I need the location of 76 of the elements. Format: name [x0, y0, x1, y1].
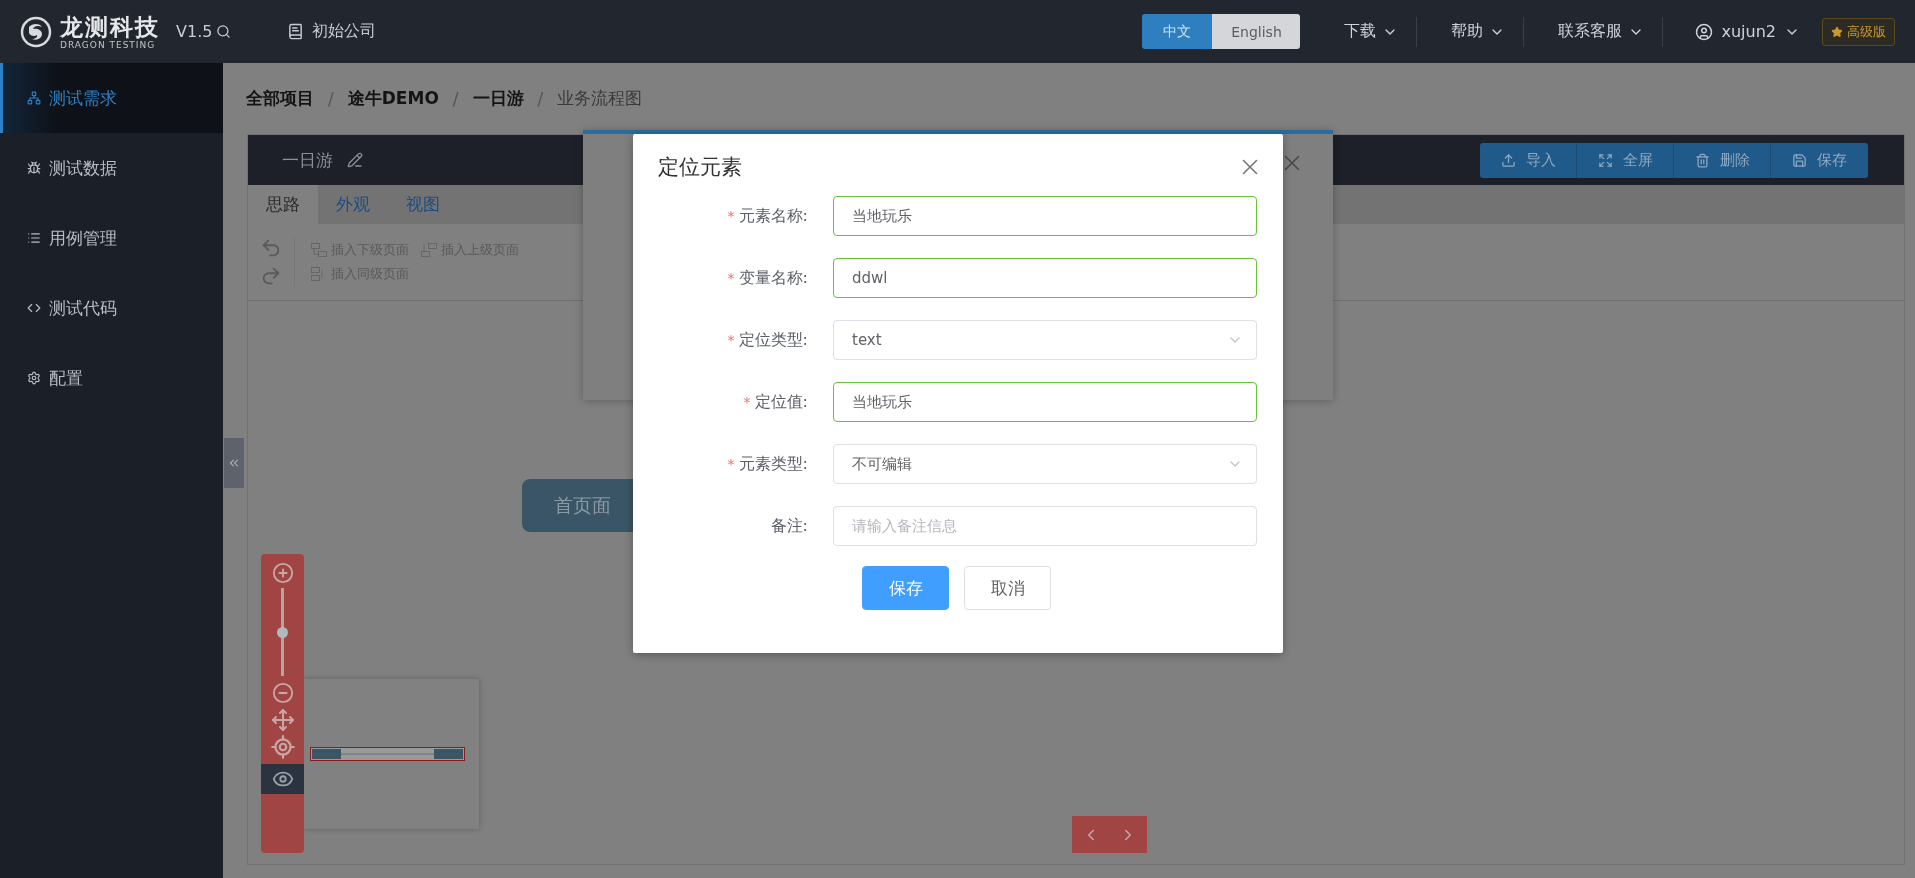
sidebar-item[interactable]: 配置: [0, 343, 223, 413]
breadcrumb-link[interactable]: 途牛DEMO: [347, 87, 439, 110]
user-icon: [1695, 22, 1714, 41]
editor-tab[interactable]: 思路: [248, 185, 318, 224]
language-toggle[interactable]: 中文: [1142, 14, 1213, 49]
breadcrumb-separator: /: [537, 88, 544, 109]
breadcrumb-link[interactable]: 一日游: [472, 87, 524, 110]
move-icon[interactable]: [270, 708, 295, 732]
menu-dropdown[interactable]: 下载: [1326, 16, 1418, 47]
toolbar-button[interactable]: 导入: [1480, 142, 1577, 178]
field-label: 定位值:: [754, 391, 808, 413]
sitemap-icon: [27, 91, 41, 105]
select-field[interactable]: 不可编辑: [833, 444, 1257, 484]
edit-icon[interactable]: [347, 152, 363, 168]
field-label: 备注:: [770, 515, 808, 537]
required-mark: *: [727, 332, 735, 348]
dragon-logo-icon: [20, 15, 52, 48]
user-menu[interactable]: xujun2: [1679, 22, 1806, 41]
map-title: 一日游: [282, 148, 333, 172]
sidebar-item[interactable]: 用例管理: [0, 203, 223, 273]
toolbar-button[interactable]: 全屏: [1577, 142, 1674, 178]
input-field[interactable]: ddwl: [833, 258, 1257, 298]
sidebar-item[interactable]: 测试需求: [0, 63, 223, 133]
toolbar-button[interactable]: 保存: [1771, 142, 1868, 178]
bug-icon: [27, 161, 41, 175]
save-icon: [1792, 152, 1807, 168]
input-field[interactable]: 当地玩乐: [833, 196, 1257, 236]
breadcrumb-separator: /: [452, 88, 459, 109]
logo-name: 龙测科技: [60, 13, 160, 40]
star-icon: [1831, 25, 1843, 38]
zoom-slider-thumb[interactable]: [277, 627, 288, 638]
breadcrumb-separator: /: [328, 88, 334, 109]
code-icon: [27, 301, 41, 315]
menu-dropdown[interactable]: 帮助: [1433, 16, 1525, 47]
required-mark: *: [727, 208, 735, 224]
input-field[interactable]: 当地玩乐: [833, 382, 1257, 422]
double-chevron-left-icon: [227, 456, 241, 470]
redo-icon[interactable]: [260, 265, 282, 287]
field-label: 定位类型:: [738, 329, 808, 351]
search-icon: [216, 24, 232, 39]
cancel-button[interactable]: 取消: [964, 566, 1051, 610]
logo-subtitle: DRAGON TESTING: [60, 39, 157, 50]
eye-button[interactable]: [261, 764, 304, 794]
version-label[interactable]: V1.5: [176, 22, 232, 41]
field-label: 元素名称:: [738, 205, 808, 227]
expand-icon: [1597, 152, 1613, 168]
dialog-title: 定位元素: [658, 154, 742, 181]
company-selector[interactable]: 初始公司: [287, 21, 377, 42]
collapse-handle[interactable]: [224, 438, 244, 488]
sidebar-item[interactable]: 测试数据: [0, 133, 223, 203]
insert-parent-icon: [421, 243, 437, 257]
required-mark: *: [727, 270, 735, 286]
save-button[interactable]: 保存: [862, 566, 949, 610]
insert-child-icon: [311, 243, 327, 257]
field-label: 元素类型:: [738, 453, 808, 475]
zoom-out-icon[interactable]: [271, 682, 294, 704]
menu-dropdown[interactable]: 联系客服: [1540, 16, 1664, 47]
field-label: 变量名称:: [738, 267, 808, 289]
required-mark: *: [743, 394, 751, 410]
select-field[interactable]: text: [833, 320, 1257, 360]
trash-icon: [1694, 152, 1710, 168]
required-mark: *: [727, 456, 735, 472]
edition-badge: 高级版: [1822, 17, 1895, 46]
undo-icon[interactable]: [260, 237, 282, 259]
upload-icon: [1500, 152, 1516, 168]
input-field[interactable]: 请输入备注信息: [833, 506, 1257, 546]
crosshair-icon[interactable]: [269, 734, 296, 760]
sidebar-item[interactable]: 测试代码: [0, 273, 223, 343]
breadcrumb-link[interactable]: 业务流程图: [557, 87, 643, 110]
settings-icon: [27, 371, 41, 385]
breadcrumb-link[interactable]: 全部项目: [246, 87, 314, 110]
zoom-in-icon[interactable]: [271, 562, 294, 584]
language-toggle[interactable]: English: [1212, 14, 1301, 49]
toolbar-button[interactable]: 删除: [1674, 142, 1771, 178]
book-icon: [287, 23, 305, 40]
list-icon: [27, 231, 41, 245]
